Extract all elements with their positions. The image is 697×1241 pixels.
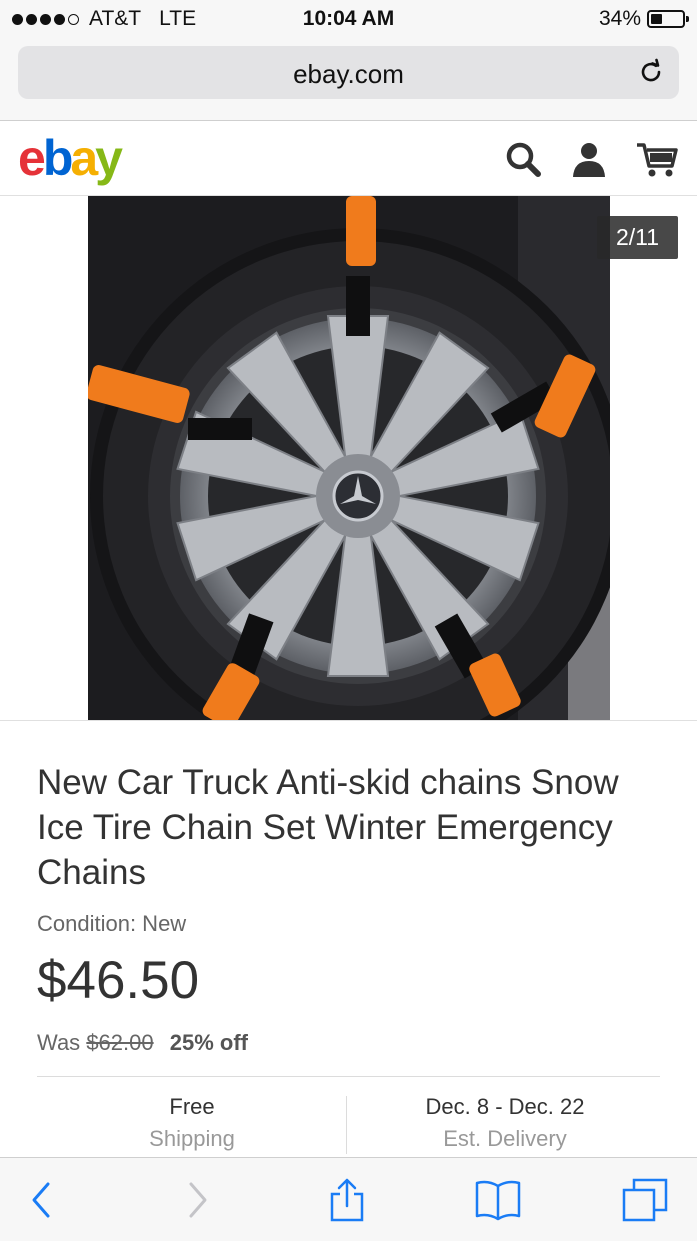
logo-letter-y: y [95,130,123,186]
back-icon[interactable] [20,1178,64,1222]
product-title: New Car Truck Anti-skid chains Snow Ice … [37,763,619,892]
price: $46.50 [37,951,200,1010]
divider [346,1096,347,1154]
product-photo[interactable] [88,196,610,720]
shipping-value: Free [169,1094,215,1119]
condition-text: Condition: New [37,911,187,936]
discount-badge: 25% off [169,1030,248,1055]
logo-letter-a: a [70,130,98,186]
logo-letter-e: e [18,130,46,186]
battery-percent: 34% [598,7,641,30]
status-bar: AT&T LTE 10:04 AM 34% [0,0,697,38]
browser-address-area: ebay.com [0,38,697,121]
forward-icon[interactable] [175,1178,219,1222]
logo-letter-b: b [42,130,73,186]
original-price-line: Was $62.00 25% off [37,1030,248,1056]
divider [37,1076,660,1077]
address-text[interactable]: ebay.com [18,59,679,90]
clock: 10:04 AM [302,7,395,30]
image-counter: 2/11 [597,216,678,259]
browser-toolbar [0,1157,697,1241]
search-icon[interactable] [503,139,543,179]
was-label: Was [37,1030,81,1055]
site-header: ebay [0,121,697,196]
delivery-dates: Dec. 8 - Dec. 22 [425,1094,585,1119]
delivery-label: Est. Delivery [443,1126,567,1151]
bookmarks-icon[interactable] [474,1178,521,1222]
header-actions [503,139,678,179]
original-price: $62.00 [86,1030,154,1055]
tabs-icon[interactable] [622,1178,668,1222]
shipping-label: Shipping [149,1126,235,1151]
user-icon[interactable] [569,139,609,179]
delivery-info: Dec. 8 - Dec. 22 Est. Delivery [350,1094,660,1152]
share-icon[interactable] [325,1178,369,1222]
reload-icon[interactable] [637,58,665,86]
battery-info: 34% [598,7,689,31]
product-gallery[interactable]: 2/11 [0,196,697,720]
shipping-info: Free Shipping [37,1094,347,1152]
address-bar[interactable]: ebay.com [18,46,679,99]
ebay-logo[interactable]: ebay [18,129,123,187]
battery-icon [647,10,689,28]
divider [0,720,697,721]
cart-icon[interactable] [635,139,678,179]
